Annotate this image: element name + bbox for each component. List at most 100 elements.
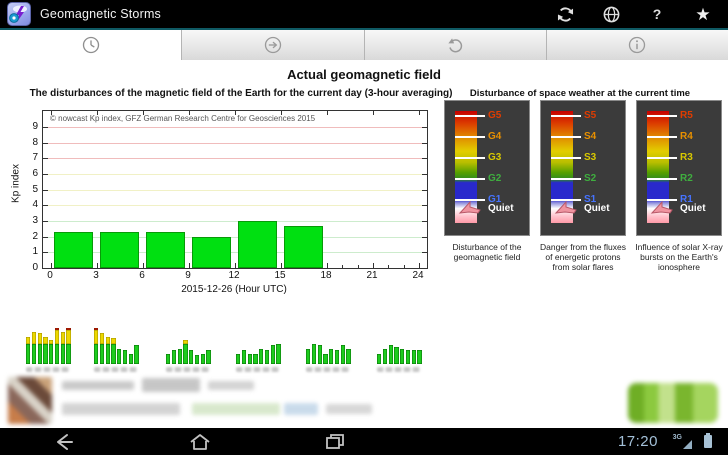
x-tick bbox=[189, 263, 190, 268]
kp-mini-bar-segment bbox=[94, 344, 98, 364]
globe-icon[interactable] bbox=[600, 3, 622, 25]
scale-quiet-label: Quiet bbox=[680, 204, 706, 214]
kp-mini-bar-segment bbox=[49, 344, 53, 364]
scale-level-label: G2 bbox=[488, 174, 501, 184]
kp-mini-chart bbox=[26, 318, 72, 364]
app-title: Geomagnetic Storms bbox=[40, 7, 161, 21]
mini-chart-date-blurred bbox=[377, 367, 421, 372]
x-tick bbox=[419, 263, 420, 268]
kp-mini-bar-segment bbox=[383, 349, 387, 364]
x-tick bbox=[143, 111, 144, 115]
kp-mini-bar-segment bbox=[26, 344, 30, 364]
kp-mini-bar-segment bbox=[123, 350, 127, 364]
x-tick bbox=[235, 263, 236, 268]
back-button[interactable] bbox=[45, 430, 85, 453]
x-tick bbox=[404, 265, 405, 268]
scale-quiet-label: Quiet bbox=[584, 204, 610, 214]
y-tick bbox=[422, 268, 427, 269]
recents-button[interactable] bbox=[315, 430, 355, 453]
kp-mini-bar-segment bbox=[178, 349, 182, 364]
tab-past[interactable] bbox=[365, 30, 547, 60]
x-tick bbox=[281, 111, 282, 115]
kp-mini-bar-segment bbox=[172, 350, 176, 364]
x-tick bbox=[388, 265, 389, 268]
help-icon[interactable]: ? bbox=[646, 3, 668, 25]
x-tick-label: 12 bbox=[222, 270, 246, 281]
ad-text-blurred bbox=[284, 403, 318, 415]
x-tick-label: 6 bbox=[130, 270, 154, 281]
kp-mini-bar-segment bbox=[206, 350, 210, 364]
y-tick-label: 4 bbox=[22, 199, 38, 210]
kp-mini-bar-segment bbox=[323, 354, 327, 364]
tab-current-state[interactable] bbox=[0, 30, 182, 60]
tab-info[interactable] bbox=[547, 30, 728, 60]
scale-tick bbox=[455, 115, 485, 117]
x-tick bbox=[373, 111, 374, 115]
kp-bar bbox=[238, 221, 277, 268]
scale-level-label: R4 bbox=[680, 132, 693, 142]
home-button[interactable] bbox=[180, 430, 220, 453]
ad-text-blurred bbox=[192, 403, 280, 415]
kp-mini-bar-segment bbox=[166, 354, 170, 364]
kp-mini-bar-segment bbox=[94, 328, 98, 330]
scale-tick bbox=[551, 115, 581, 117]
scale-level-label: S4 bbox=[584, 132, 596, 142]
action-bar-icons: ? ★ bbox=[554, 3, 714, 25]
kp-mini-bar-segment bbox=[248, 354, 252, 364]
y-tick bbox=[43, 268, 48, 269]
scale-caption-geomagnetic: Disturbance of the geomagnetic field bbox=[440, 242, 534, 262]
kp-mini-bar-segment bbox=[134, 345, 138, 364]
kp-mini-bar-segment bbox=[417, 350, 421, 364]
x-tick bbox=[51, 263, 52, 268]
y-tick bbox=[43, 143, 48, 144]
page-title: Actual geomagnetic field bbox=[0, 67, 728, 82]
kp-mini-bar-segment bbox=[189, 350, 193, 364]
kp-mini-chart bbox=[94, 318, 140, 364]
nav-bar: 17:20 3G bbox=[0, 428, 728, 455]
y-tick-label: 5 bbox=[22, 184, 38, 195]
kp-chart-subtitle: The disturbances of the magnetic field o… bbox=[6, 88, 476, 99]
kp-mini-bar-segment bbox=[341, 345, 345, 364]
x-tick bbox=[342, 265, 343, 268]
ad-install-button-blurred[interactable] bbox=[628, 383, 718, 423]
x-tick bbox=[358, 265, 359, 268]
kp-mini-bar-segment bbox=[38, 344, 42, 364]
star-icon[interactable]: ★ bbox=[692, 3, 714, 25]
scale-quiet-label: Quiet bbox=[488, 204, 514, 214]
kp-mini-chart bbox=[236, 318, 282, 364]
kp-mini-bar-segment bbox=[49, 340, 53, 344]
kp-mini-bar-segment bbox=[400, 349, 404, 364]
y-tick bbox=[422, 158, 427, 159]
kp-mini-bar-segment bbox=[389, 345, 393, 364]
y-tick bbox=[422, 190, 427, 191]
kp-chart-copyright: © nowcast Kp index, GFZ German Research … bbox=[50, 114, 315, 123]
scale-tick bbox=[647, 157, 677, 159]
kp-mini-chart bbox=[306, 318, 352, 364]
kp-mini-bar-segment bbox=[61, 332, 65, 344]
scale-level-label: R3 bbox=[680, 153, 693, 163]
scale-caption-protons: Danger from the fluxes of energetic prot… bbox=[536, 242, 630, 273]
kp-mini-bar-segment bbox=[242, 350, 246, 364]
app-screen: Geomagnetic Storms ? ★ bbox=[0, 0, 728, 455]
kp-mini-bar-segment bbox=[129, 354, 133, 364]
tab-forecast[interactable] bbox=[182, 30, 364, 60]
scale-level-label: G5 bbox=[488, 111, 501, 121]
info-circle-icon bbox=[627, 35, 647, 55]
quiet-arrow-marker bbox=[650, 199, 674, 220]
quiet-arrow-marker bbox=[554, 199, 578, 220]
action-bar: Geomagnetic Storms ? ★ bbox=[0, 0, 728, 28]
y-tick-label: 6 bbox=[22, 168, 38, 179]
x-tick bbox=[189, 111, 190, 115]
kp-mini-bar-segment bbox=[55, 344, 59, 364]
kp-mini-bar-segment bbox=[335, 350, 339, 364]
kp-mini-bar-segment bbox=[329, 349, 333, 364]
refresh-icon[interactable] bbox=[554, 3, 576, 25]
y-tick bbox=[43, 190, 48, 191]
kp-mini-bar-segment bbox=[318, 345, 322, 364]
status-clock: 17:20 bbox=[618, 433, 658, 450]
y-tick bbox=[422, 174, 427, 175]
x-tick bbox=[97, 111, 98, 115]
kp-mini-bar-segment bbox=[406, 350, 410, 364]
y-tick bbox=[422, 127, 427, 128]
scale-tick bbox=[455, 136, 485, 138]
